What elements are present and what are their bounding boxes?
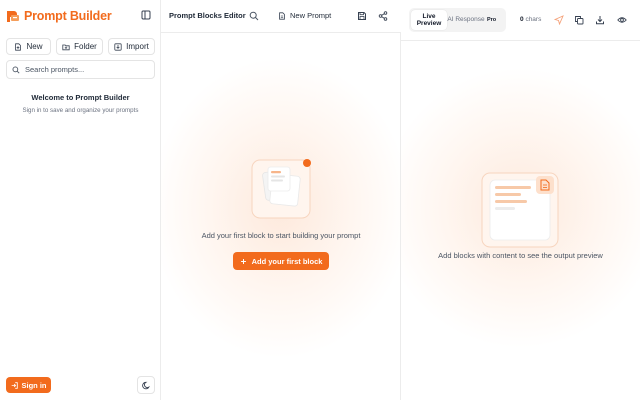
search-input[interactable] [25, 65, 145, 74]
prompt-search[interactable] [6, 60, 155, 79]
preview-panel: Live Preview AI Response Pro 0 chars Add… [401, 0, 640, 400]
welcome-subtitle: Sign in to save and organize your prompt… [22, 107, 139, 114]
folder-button-label: Folder [74, 42, 97, 51]
search-icon[interactable] [249, 11, 259, 21]
editor-title: Prompt Blocks Editor [169, 11, 246, 20]
brand-name: Prompt Builder [24, 9, 112, 23]
pro-badge: Pro [487, 17, 497, 23]
folder-icon [62, 44, 70, 50]
welcome-title: Welcome to Prompt Builder [31, 93, 130, 102]
add-first-block-label: Add your first block [251, 256, 323, 266]
file-icon [279, 11, 285, 20]
editor-toolbar: Prompt Blocks Editor New Prompt [161, 0, 401, 33]
new-file-icon [15, 42, 22, 51]
sidebar-collapse-icon [141, 10, 151, 20]
download-icon[interactable] [595, 15, 605, 25]
editor-empty-text: Add your first block to start building y… [201, 231, 361, 240]
char-count: 0 [520, 16, 524, 23]
editor-panel: Prompt Blocks Editor New Prompt Add your… [161, 0, 401, 400]
prompt-name-label: New Prompt [290, 11, 332, 20]
preview-empty-text: Add blocks with content to see the outpu… [438, 251, 603, 260]
search-icon [12, 66, 20, 74]
share-icon[interactable] [378, 11, 388, 21]
new-prompt-button[interactable]: New [6, 38, 51, 55]
import-icon [114, 42, 122, 51]
brand-logo-icon [7, 11, 19, 22]
prompt-name-tab[interactable]: New Prompt [278, 11, 331, 20]
sign-in-label: Sign in [21, 380, 47, 390]
brand[interactable]: Prompt Builder [6, 6, 112, 26]
preview-toolbar: Live Preview AI Response Pro 0 chars [401, 0, 640, 41]
empty-blocks-illustration [251, 159, 311, 219]
char-counter: 0 chars [520, 16, 541, 23]
import-button-label: Import [126, 42, 149, 51]
app-root: Prompt Builder New Folder Import Search … [0, 0, 640, 400]
add-first-block-button[interactable]: Add your first block [233, 252, 329, 270]
tab-ai-response[interactable]: AI Response [447, 10, 485, 30]
new-folder-button[interactable]: Folder [56, 38, 103, 55]
tab-live-preview[interactable]: Live Preview [411, 10, 447, 30]
theme-toggle-button[interactable] [137, 376, 155, 394]
sidebar: Prompt Builder New Folder Import Search … [0, 0, 161, 400]
send-icon[interactable] [554, 15, 564, 25]
sidebar-actions: New Folder Import [6, 38, 155, 55]
plus-icon [240, 258, 246, 264]
welcome-message: Welcome to Prompt Builder Sign in to sav… [0, 93, 161, 114]
char-unit: chars [525, 16, 542, 23]
eye-icon[interactable] [617, 15, 627, 25]
sidebar-collapse-button[interactable] [140, 9, 152, 21]
new-button-label: New [26, 42, 43, 51]
output-preview-illustration [481, 172, 559, 248]
sign-in-icon [11, 381, 18, 389]
copy-icon[interactable] [574, 15, 584, 25]
sign-in-button[interactable]: Sign in [6, 377, 51, 393]
import-button[interactable]: Import [108, 38, 155, 55]
save-icon[interactable] [357, 11, 367, 21]
moon-icon [141, 381, 150, 389]
preview-tabs: Live Preview AI Response Pro [409, 8, 506, 32]
